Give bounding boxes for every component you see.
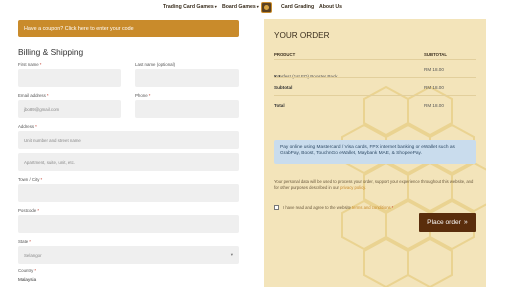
subtotal-label: Subtotal: [274, 85, 293, 90]
postcode-field[interactable]: [18, 215, 239, 233]
address-line1-field[interactable]: Unit number and street name: [18, 131, 239, 149]
privacy-policy-link[interactable]: privacy policy.: [340, 185, 366, 190]
city-label: Town / City*: [18, 177, 43, 182]
total-value: RM 18.00: [424, 103, 444, 108]
terms-link[interactable]: terms and conditions: [352, 205, 391, 210]
first-name-label: First name*: [18, 62, 42, 67]
chevron-down-icon: ▾: [256, 4, 259, 9]
city-field[interactable]: [18, 184, 239, 202]
column-subtotal: SUBTOTAL: [424, 52, 447, 57]
chevron-down-icon: ▾: [214, 4, 217, 9]
postcode-label: Postcode*: [18, 208, 40, 213]
nav-about-us[interactable]: About Us: [319, 4, 342, 10]
country-value: Malaysia: [18, 277, 37, 282]
nav-trading-card-games[interactable]: Trading Card Games▾: [163, 4, 217, 10]
total-label: Total: [274, 103, 285, 108]
order-item-row: Everfest (1st ED) Booster Pack × 1 RM 18…: [274, 59, 476, 79]
email-field[interactable]: jbo89@gmail.com: [18, 100, 121, 118]
privacy-notice: Your personal data will be used to proce…: [274, 179, 474, 191]
last-name-field[interactable]: [135, 69, 239, 87]
state-select[interactable]: Selangor ▾: [18, 246, 239, 264]
state-label: State*: [18, 239, 31, 244]
site-logo[interactable]: [261, 2, 272, 13]
double-chevron-right-icon: »: [463, 219, 468, 226]
phone-field[interactable]: [135, 100, 239, 118]
place-order-button[interactable]: Place order »: [419, 213, 476, 232]
chevron-down-icon: ▾: [230, 252, 233, 257]
billing-title: Billing & Shipping: [18, 47, 84, 57]
subtotal-value: RM 18.00: [424, 85, 444, 90]
order-summary-panel: YOUR ORDER PRODUCT SUBTOTAL Everfest (1s…: [264, 19, 486, 287]
subtotal-row: Subtotal RM 18.00: [274, 77, 476, 95]
address-label: Address*: [18, 124, 37, 129]
nav-board-games[interactable]: Board Games▾: [222, 4, 259, 10]
top-navigation: Trading Card Games▾ Board Games▾ Card Gr…: [0, 0, 522, 16]
order-title: YOUR ORDER: [274, 31, 330, 40]
email-label: Email address*: [18, 93, 49, 98]
phone-label: Phone*: [135, 93, 151, 98]
item-price: RM 18.00: [424, 67, 444, 72]
first-name-field[interactable]: [18, 69, 121, 87]
total-row: Total RM 18.00: [274, 95, 476, 113]
terms-agreement: I have read and agree to the website ter…: [274, 205, 393, 210]
order-table: PRODUCT SUBTOTAL Everfest (1st ED) Boost…: [274, 49, 476, 113]
order-table-header: PRODUCT SUBTOTAL: [274, 49, 476, 59]
address-line2-field[interactable]: Apartment, suite, unit, etc.: [18, 153, 239, 171]
terms-checkbox[interactable]: [274, 205, 279, 210]
column-product: PRODUCT: [274, 52, 296, 57]
last-name-label: Last name (optional): [135, 62, 176, 67]
coupon-notice[interactable]: Have a coupon? Click here to enter your …: [18, 20, 239, 37]
nav-card-grading[interactable]: Card Grading: [281, 4, 314, 10]
country-label: Country*: [18, 268, 37, 273]
payment-method-note: Pay online using Mastercard / Visa cards…: [274, 140, 476, 164]
